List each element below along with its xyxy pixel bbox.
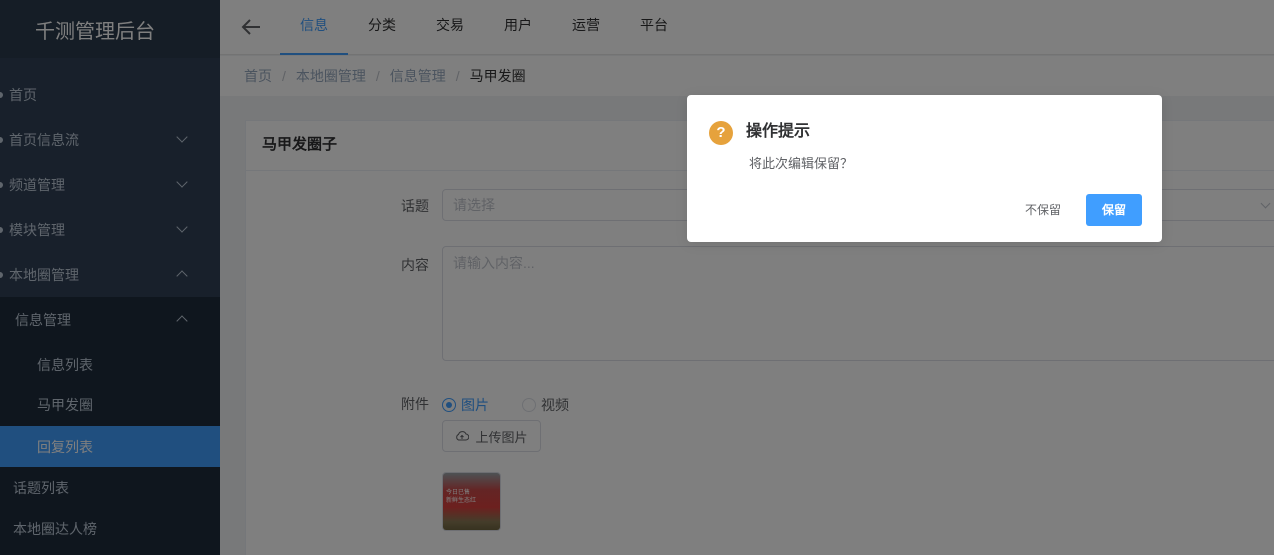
modal-overlay[interactable]: [0, 0, 1274, 555]
dialog-title: 操作提示: [746, 123, 811, 140]
dialog-message: 将此次编辑保留？: [749, 156, 854, 171]
question-icon: ?: [709, 121, 733, 145]
confirm-dialog: ? 操作提示 将此次编辑保留？ 不保留 保留: [687, 95, 1162, 242]
dont-keep-button[interactable]: 不保留: [1013, 194, 1073, 226]
keep-button[interactable]: 保留: [1086, 194, 1142, 226]
